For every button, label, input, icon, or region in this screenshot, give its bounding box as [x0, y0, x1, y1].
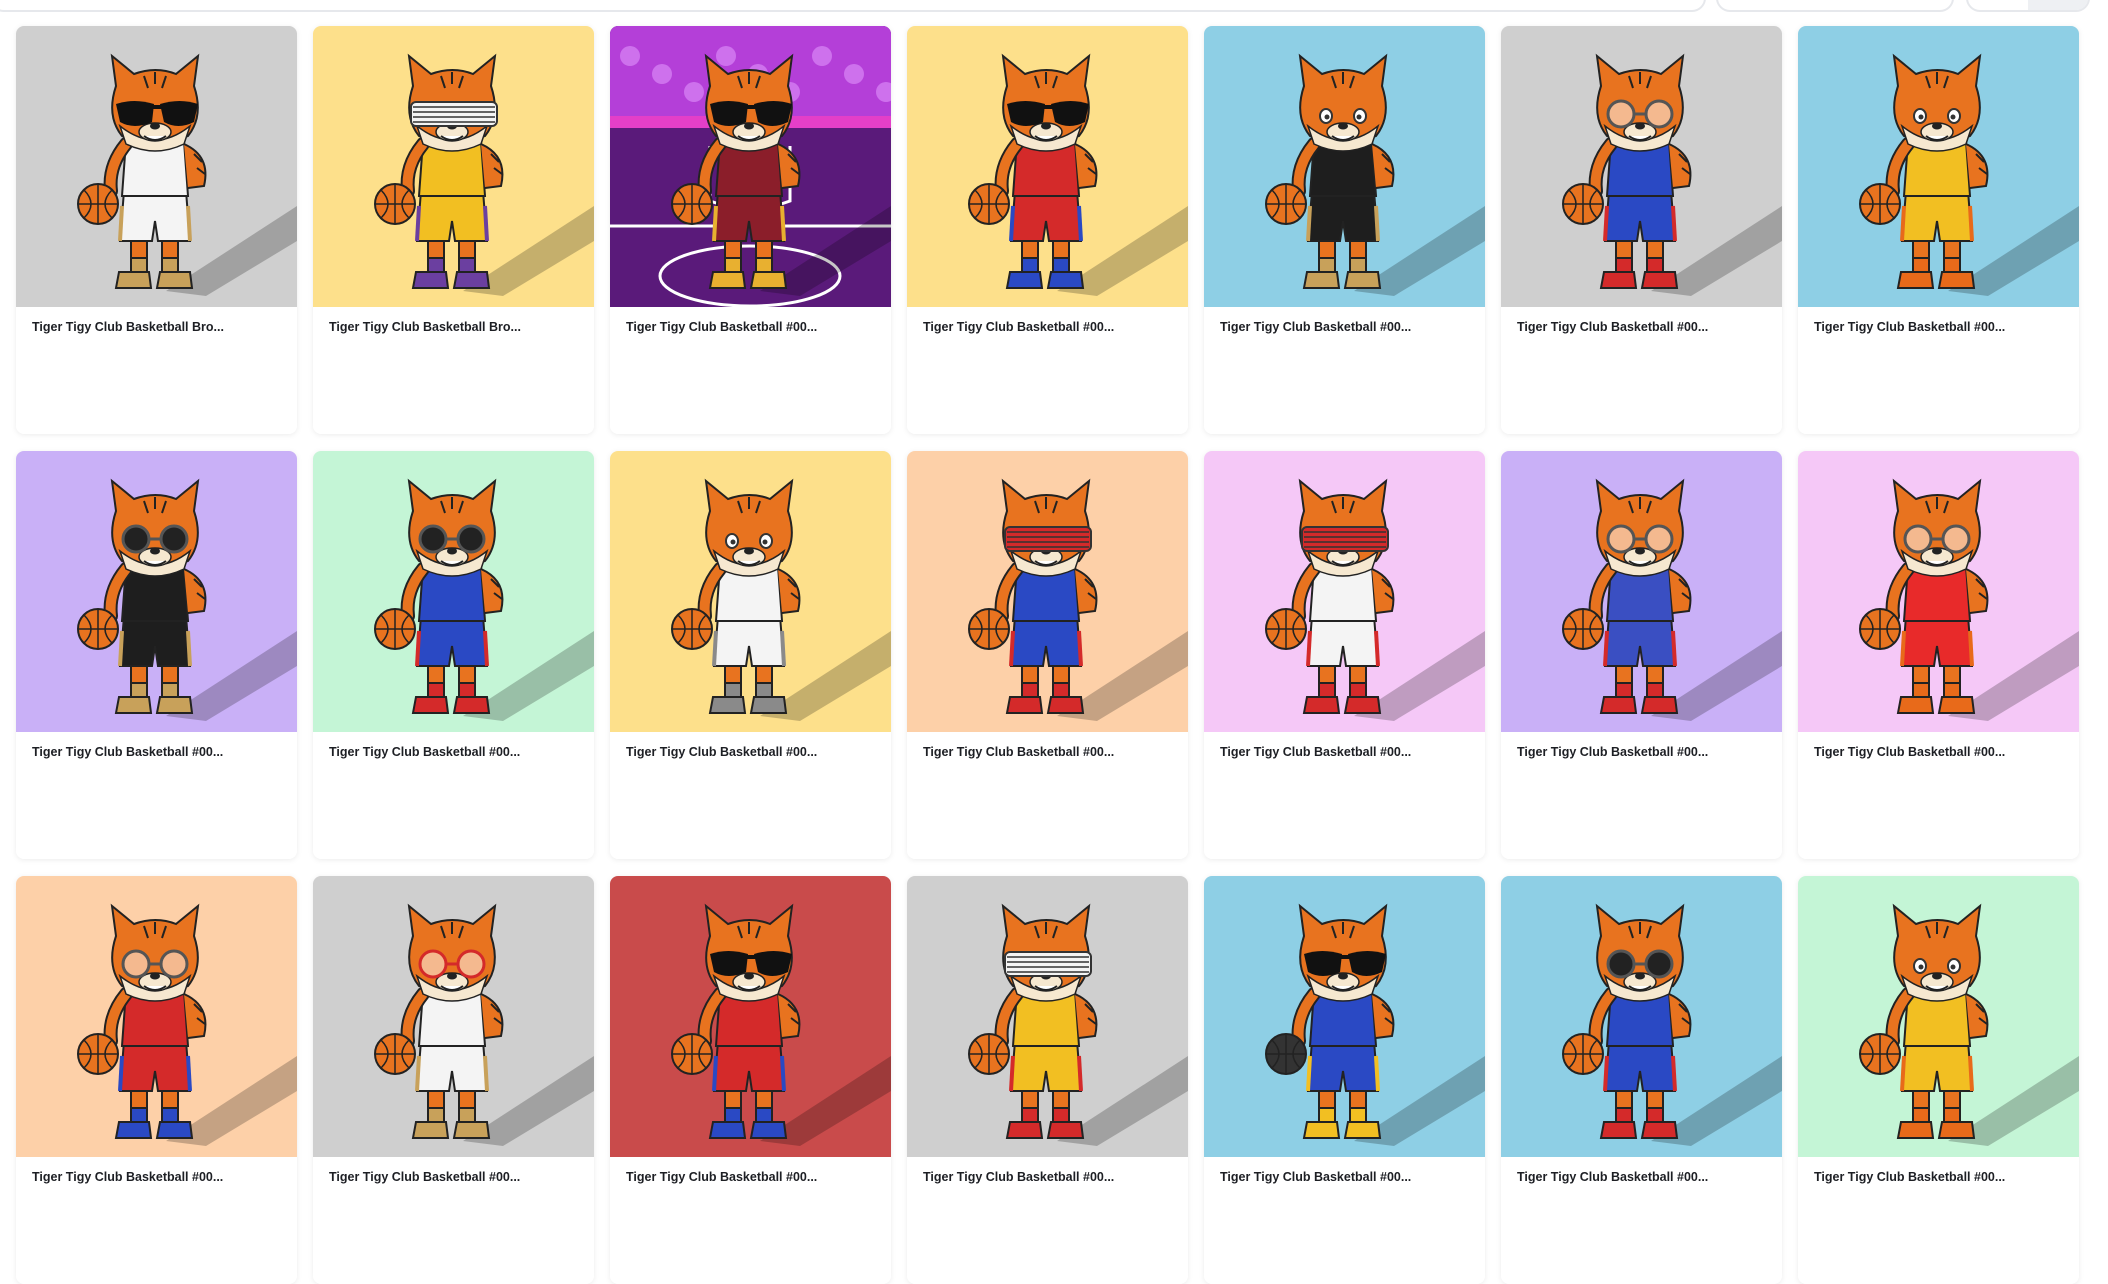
nft-card[interactable]: Tiger Tigy Club Basketball #00...: [16, 876, 297, 1284]
nft-card[interactable]: Tiger Tigy Club Basketball #00...: [1204, 451, 1485, 859]
nft-title[interactable]: Tiger Tigy Club Basketball #00...: [1220, 320, 1470, 334]
nft-card[interactable]: Tiger Tigy Club Basketball #00...: [907, 26, 1188, 434]
nft-card[interactable]: Tiger Tigy Club Basketball #00...: [1798, 451, 2079, 859]
nft-image[interactable]: [1204, 451, 1485, 732]
nft-card[interactable]: Tiger Tigy Club Basketball #00...: [1204, 26, 1485, 434]
nft-image[interactable]: [1204, 876, 1485, 1157]
nft-title[interactable]: Tiger Tigy Club Basketball #00...: [1814, 320, 2064, 334]
glasses-icon: [410, 101, 498, 127]
nft-card[interactable]: Tiger Tigy Club Basketball Bro...: [313, 26, 594, 434]
nft-image[interactable]: [1501, 451, 1782, 732]
nft-image[interactable]: [907, 26, 1188, 307]
nft-card[interactable]: Tiger Tigy Club Basketball #00...: [313, 451, 594, 859]
nft-title[interactable]: Tiger Tigy Club Basketball #00...: [1517, 745, 1767, 759]
nft-image[interactable]: [907, 876, 1188, 1157]
nft-title[interactable]: Tiger Tigy Club Basketball #00...: [1814, 1170, 2064, 1184]
nft-card[interactable]: Tiger Tigy Club Basketball #00...: [1501, 451, 1782, 859]
nft-image[interactable]: [610, 451, 891, 732]
nft-image[interactable]: [313, 26, 594, 307]
nft-card[interactable]: Tiger Tigy Club Basketball #00...: [1204, 876, 1485, 1284]
nft-image[interactable]: [1501, 26, 1782, 307]
nft-title[interactable]: Tiger Tigy Club Basketball #00...: [626, 1170, 876, 1184]
nft-card[interactable]: Tiger Tigy Club Basketball #00...: [313, 876, 594, 1284]
nft-title[interactable]: Tiger Tigy Club Basketball #00...: [1814, 745, 2064, 759]
nft-card[interactable]: Tiger Tigy Club Basketball #00...: [610, 26, 891, 434]
top-toolbar: [0, 0, 2108, 12]
nft-image[interactable]: [16, 26, 297, 307]
nft-image[interactable]: [1204, 26, 1485, 307]
nft-title[interactable]: Tiger Tigy Club Basketball Bro...: [32, 320, 282, 334]
nft-card[interactable]: Tiger Tigy Club Basketball #00...: [1798, 876, 2079, 1284]
nft-title[interactable]: Tiger Tigy Club Basketball #00...: [32, 745, 282, 759]
nft-card[interactable]: Tiger Tigy Club Basketball #00...: [610, 451, 891, 859]
nft-title[interactable]: Tiger Tigy Club Basketball #00...: [626, 745, 876, 759]
nft-image[interactable]: [1798, 451, 2079, 732]
nft-card[interactable]: Tiger Tigy Club Basketball #00...: [907, 876, 1188, 1284]
nft-title[interactable]: Tiger Tigy Club Basketball #00...: [32, 1170, 282, 1184]
glasses-icon: [1004, 526, 1092, 552]
nft-card[interactable]: Tiger Tigy Club Basketball #00...: [907, 451, 1188, 859]
nft-image[interactable]: [1798, 26, 2079, 307]
nft-title[interactable]: Tiger Tigy Club Basketball #00...: [923, 320, 1173, 334]
nft-card[interactable]: Tiger Tigy Club Basketball #00...: [1798, 26, 2079, 434]
nft-image[interactable]: [610, 26, 891, 307]
nft-image[interactable]: [1798, 876, 2079, 1157]
nft-title[interactable]: Tiger Tigy Club Basketball #00...: [1220, 1170, 1470, 1184]
nft-title[interactable]: Tiger Tigy Club Basketball #00...: [923, 745, 1173, 759]
nft-title[interactable]: Tiger Tigy Club Basketball Bro...: [329, 320, 579, 334]
nft-image[interactable]: [313, 876, 594, 1157]
search-bar[interactable]: [0, 0, 1706, 12]
nft-title[interactable]: Tiger Tigy Club Basketball #00...: [626, 320, 876, 334]
grid-view-button[interactable]: [2028, 0, 2088, 10]
nft-title[interactable]: Tiger Tigy Club Basketball #00...: [1517, 320, 1767, 334]
nft-card[interactable]: Tiger Tigy Club Basketball #00...: [1501, 876, 1782, 1284]
sort-dropdown[interactable]: [1716, 0, 1954, 12]
nft-title[interactable]: Tiger Tigy Club Basketball #00...: [1220, 745, 1470, 759]
nft-card[interactable]: Tiger Tigy Club Basketball Bro...: [16, 26, 297, 434]
nft-title[interactable]: Tiger Tigy Club Basketball #00...: [1517, 1170, 1767, 1184]
nft-card[interactable]: Tiger Tigy Club Basketball #00...: [610, 876, 891, 1284]
nft-image[interactable]: [313, 451, 594, 732]
nft-title[interactable]: Tiger Tigy Club Basketball #00...: [329, 745, 579, 759]
nft-image[interactable]: [1501, 876, 1782, 1157]
view-toggle[interactable]: [1966, 0, 2090, 12]
nft-image[interactable]: [907, 451, 1188, 732]
nft-title[interactable]: Tiger Tigy Club Basketball #00...: [923, 1170, 1173, 1184]
nft-image[interactable]: [16, 876, 297, 1157]
glasses-icon: [1301, 526, 1389, 552]
glasses-icon: [1004, 951, 1092, 977]
nft-title[interactable]: Tiger Tigy Club Basketball #00...: [329, 1170, 579, 1184]
nft-image[interactable]: [610, 876, 891, 1157]
nft-card[interactable]: Tiger Tigy Club Basketball #00...: [16, 451, 297, 859]
nft-image[interactable]: [16, 451, 297, 732]
nft-card[interactable]: Tiger Tigy Club Basketball #00...: [1501, 26, 1782, 434]
